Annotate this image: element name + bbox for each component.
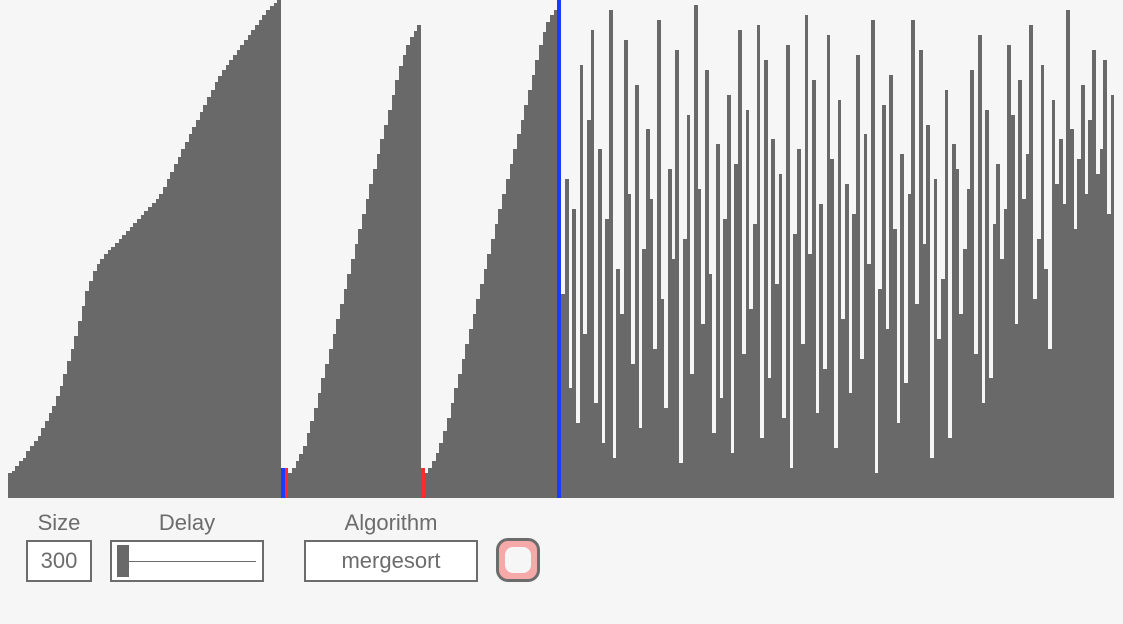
bar xyxy=(786,45,790,498)
delay-slider[interactable] xyxy=(110,540,264,582)
algorithm-value: mergesort xyxy=(341,548,440,574)
app-root: Size 300 Delay Algorithm mergesort xyxy=(0,0,1123,624)
size-value: 300 xyxy=(41,548,78,574)
delay-track xyxy=(118,561,256,562)
bar xyxy=(945,90,949,498)
bar xyxy=(757,25,761,498)
bar xyxy=(277,0,281,498)
delay-thumb[interactable] xyxy=(117,545,129,577)
size-control: Size 300 xyxy=(26,510,92,582)
stop-button[interactable] xyxy=(496,538,540,582)
bar xyxy=(830,159,834,498)
delay-control: Delay xyxy=(110,510,264,582)
size-input[interactable]: 300 xyxy=(26,540,92,582)
sort-visualization xyxy=(8,0,1115,498)
algorithm-label: Algorithm xyxy=(345,510,438,536)
algorithm-control: Algorithm mergesort xyxy=(304,510,478,582)
stop-icon xyxy=(505,547,531,573)
algorithm-select[interactable]: mergesort xyxy=(304,540,478,582)
bar xyxy=(727,95,731,498)
bar xyxy=(417,25,421,498)
bar xyxy=(609,10,613,498)
bar xyxy=(675,50,679,498)
delay-label: Delay xyxy=(159,510,215,536)
bar xyxy=(1111,95,1115,498)
controls-row: Size 300 Delay Algorithm mergesort xyxy=(26,510,540,582)
bar xyxy=(926,125,930,499)
bar xyxy=(871,20,875,498)
size-label: Size xyxy=(38,510,81,536)
